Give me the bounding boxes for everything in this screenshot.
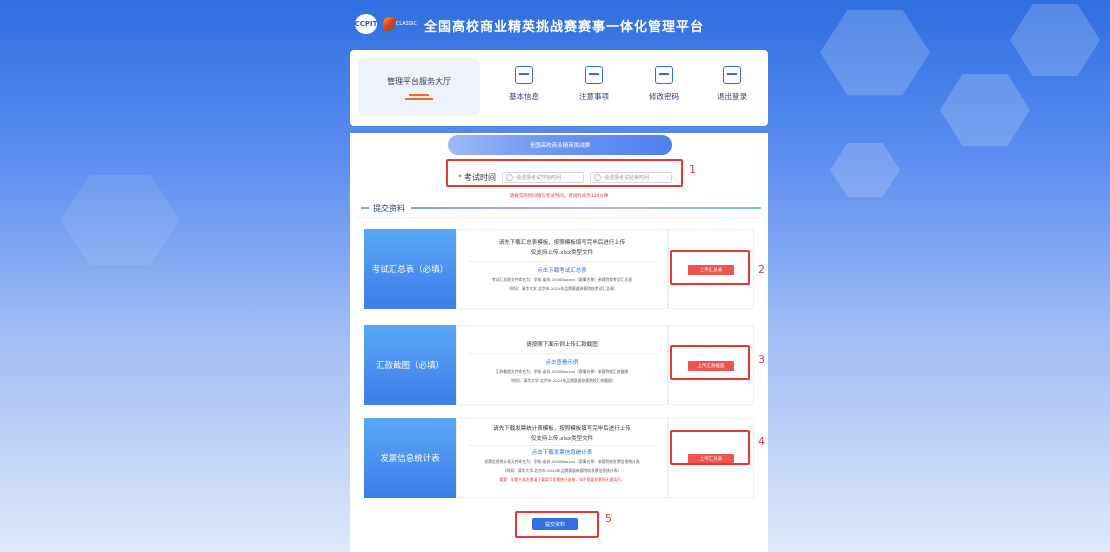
nav-card: 管理平台服务大厅 基本信息 注意事项 修改密码 退出登录 xyxy=(350,50,768,126)
annotation-box-3 xyxy=(670,345,750,380)
block-instructions: 请按照下面示例上传汇款截图 点击查看示例 汇款截图文件命名为：学校-省份-200… xyxy=(456,325,668,405)
nav-item-basic-info[interactable]: 基本信息 xyxy=(498,60,550,116)
logout-icon xyxy=(723,66,741,84)
annotation-box-1 xyxy=(446,159,683,187)
ccpit-logo: CCPIT xyxy=(355,14,377,34)
nav-item-label: 退出登录 xyxy=(717,92,747,101)
download-invoice-template-link[interactable]: 点击下载发票信息统计表 xyxy=(457,448,667,456)
block-instructions: 请先下载发票统计表模板，按照模板填写完毕后进行上传 仅支持上传.xlsx类型文件… xyxy=(456,418,668,498)
nav-item-label: 注意事项 xyxy=(579,92,609,101)
divider xyxy=(357,217,761,218)
annotation-number-1: 1 xyxy=(689,163,696,176)
active-indicator xyxy=(409,94,429,96)
nav-item-logout[interactable]: 退出登录 xyxy=(706,60,758,116)
notice-icon xyxy=(585,66,603,84)
invoice-warning: 重要：如需开具发票请下载填写发票统计表格，如不需要发票则无需填写。 xyxy=(499,477,625,482)
banner: 全国高校商业精英挑战赛 xyxy=(448,135,672,155)
annotation-number-3: 3 xyxy=(758,353,765,366)
background-hexagon xyxy=(60,175,180,265)
annotation-number-4: 4 xyxy=(758,435,765,448)
nav-item-label: 修改密码 xyxy=(649,92,679,101)
header: CCPIT CLASSIC 全国高校商业精英挑战赛赛事一体化管理平台 xyxy=(0,0,1110,48)
section-title: 提交资料 xyxy=(373,204,405,213)
background-hexagon xyxy=(830,143,900,197)
block-instructions: 请先下载汇总表模板，按照模板填写完毕后进行上传 仅支持上传.xlsx类型文件 点… xyxy=(456,229,668,309)
nav-item-label: 基本信息 xyxy=(509,92,539,101)
background-hexagon xyxy=(940,74,1030,146)
download-template-link[interactable]: 点击下载考试汇总表 xyxy=(457,266,667,274)
block-title: 考试汇总表（必填） xyxy=(364,229,456,309)
nav-service-hall[interactable]: 管理平台服务大厅 xyxy=(358,58,480,116)
annotation-number-2: 2 xyxy=(758,263,765,276)
classic-logo: CLASSIC xyxy=(383,14,417,34)
active-indicator xyxy=(405,98,433,100)
block-title: 发票信息统计表 xyxy=(364,418,456,498)
annotation-box-5 xyxy=(515,511,599,538)
block-title: 汇款截图（必填） xyxy=(364,325,456,405)
annotation-box-2 xyxy=(670,250,750,285)
nav-item-notice[interactable]: 注意事项 xyxy=(568,60,620,116)
profile-icon xyxy=(515,66,533,84)
edit-password-icon xyxy=(655,66,673,84)
nav-item-change-password[interactable]: 修改密码 xyxy=(638,60,690,116)
annotation-number-5: 5 xyxy=(605,512,612,525)
annotation-box-4 xyxy=(670,430,750,465)
exam-time-hint: 请按实际时间填写考试时间，考试时间为120分钟 xyxy=(509,194,609,199)
section-header: 提交资料 xyxy=(361,203,761,213)
nav-service-hall-label: 管理平台服务大厅 xyxy=(387,77,451,86)
main-card: 全国高校商业精英挑战赛 * 考试时间 请选择考试开始时间 请选择考试结束时间 请按… xyxy=(350,133,768,552)
platform-title: 全国高校商业精英挑战赛赛事一体化管理平台 xyxy=(424,20,705,35)
view-example-link[interactable]: 点击查看示例 xyxy=(457,358,667,366)
